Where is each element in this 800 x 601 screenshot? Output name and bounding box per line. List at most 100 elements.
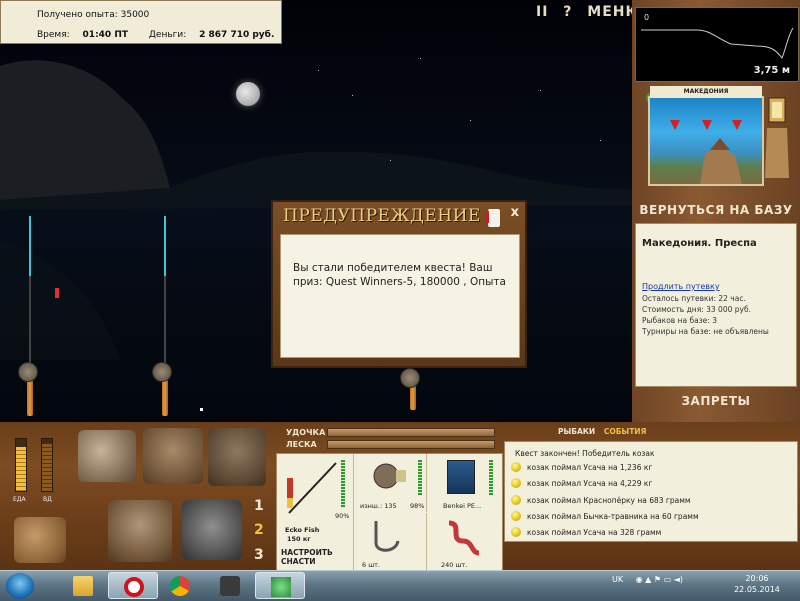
reel-condition-bar [418, 460, 422, 496]
line-cell[interactable]: Benkei PE... [427, 454, 501, 512]
star [200, 408, 203, 411]
bait-cell[interactable]: 240 шт. [427, 513, 501, 571]
ticket-remaining: Осталось путевки: 22 час. [642, 294, 746, 303]
opera-icon [124, 577, 144, 597]
star [540, 90, 541, 91]
day-cost: Стоимость дня: 33 000 руб. [642, 305, 751, 314]
return-to-base-button[interactable]: ВЕРНУТЬСЯ НА БАЗУ [632, 203, 800, 217]
system-tray: UK ◉ ▲ ⚑ ▭ ◄) [612, 575, 683, 584]
experience-row: Получено опыта: 35000 [37, 10, 149, 20]
map-caption: МАКЕДОНИЯ [650, 86, 762, 98]
event-line: козак поймал Усача на 1,236 кг [527, 463, 653, 472]
fishing-float[interactable] [55, 288, 59, 298]
map-markers [670, 120, 742, 184]
star [352, 95, 353, 96]
fishing-rod-2[interactable] [162, 216, 168, 416]
chrome-icon [170, 576, 190, 596]
tackle-bag-icon[interactable] [108, 500, 172, 562]
tanks-taskbar-button[interactable] [205, 572, 255, 599]
help-button[interactable]: ? [563, 4, 572, 20]
fisherman-icon [485, 209, 500, 227]
tune-tackle-button[interactable]: НАСТРОИТЬ СНАСТИ [281, 548, 333, 566]
money-label: Деньги: [148, 30, 187, 40]
backpack-icon[interactable] [78, 430, 136, 482]
line-name: Benkei PE... [443, 502, 482, 510]
smiley-icon [511, 511, 521, 521]
rod-name: Ecko Fish [285, 526, 320, 534]
experience-label: Получено опыта: [37, 10, 118, 20]
tank-icon [220, 576, 240, 596]
rod-condition: 90% [335, 512, 350, 520]
base-info-panel: Македония. Преспа Продлить путевку Остал… [635, 223, 797, 387]
smiley-icon [511, 527, 521, 537]
bait-count: 240 шт. [441, 561, 468, 569]
line-condition-bar [489, 460, 493, 496]
language-indicator[interactable]: UK [612, 575, 623, 584]
reel-icon [18, 362, 38, 382]
bucket-icon[interactable] [182, 500, 242, 560]
chrome-taskbar-button[interactable] [155, 572, 205, 599]
smiley-icon [511, 495, 521, 505]
tent-icon[interactable] [208, 428, 266, 486]
star [600, 140, 601, 141]
basket-icon[interactable] [143, 428, 203, 484]
fishers-on-base: Рыбаков на базе: 3 [642, 316, 717, 325]
tab-events[interactable]: СОБЫТИЯ [604, 427, 647, 436]
rod-cell[interactable]: 90% Ecko Fish 150 кг НАСТРОИТЬ СНАСТИ [277, 454, 354, 571]
reel-icon [152, 362, 172, 382]
time-value: 01:40 ПТ [82, 30, 128, 40]
restrictions-button[interactable]: ЗАПРЕТЫ [632, 394, 800, 408]
rod-bar [327, 428, 495, 437]
folder-icon [73, 576, 93, 596]
slot-2-button[interactable]: 2 [254, 522, 264, 538]
slot-1-button[interactable]: 1 [254, 498, 264, 514]
time-label: Время: [37, 30, 70, 40]
food-bar [15, 438, 27, 492]
dialog-body: Вы стали победителем квеста! Ваш приз: Q… [280, 234, 520, 358]
location-map[interactable]: МАКЕДОНИЯ [648, 86, 764, 186]
explorer-taskbar-button[interactable] [58, 572, 108, 599]
time-money-row: Время: 01:40 ПТ Деньги: 2 867 710 руб. [37, 30, 274, 40]
rod-capacity: 150 кг [287, 535, 311, 543]
drink-label: ВД [43, 496, 52, 503]
depth-sonar: 0 3,75 м [635, 7, 799, 82]
game-taskbar-button[interactable] [255, 572, 305, 599]
worm-icon [448, 520, 480, 556]
rod-condition-bar [341, 460, 345, 508]
line-bar [327, 440, 495, 449]
tackle-inventory: 90% Ecko Fish 150 кг НАСТРОИТЬ СНАСТИ из… [276, 453, 503, 572]
extend-ticket-link[interactable]: Продлить путевку [642, 282, 720, 291]
tournaments-info: Турниры на базе: не объявлены [642, 327, 769, 336]
event-line: козак поймал Бычка-травника на 60 грамм [527, 512, 699, 521]
bait-bag-icon[interactable] [14, 517, 66, 563]
opera-taskbar-button[interactable] [108, 572, 158, 599]
dialog-message: Вы стали победителем квеста! Ваш приз: Q… [293, 262, 506, 288]
money-value: 2 867 710 руб. [199, 30, 275, 40]
reel-icon [373, 463, 406, 489]
event-line: козак поймал Усача на 4,229 кг [527, 479, 653, 488]
experience-value: 35000 [120, 10, 150, 20]
clock[interactable]: 20:06 22.05.2014 [732, 573, 782, 595]
reel-wear: изнш.: 135 [360, 502, 397, 510]
clock-time: 20:06 [745, 574, 769, 583]
hook-cell[interactable]: 6 шт. [354, 513, 427, 571]
right-panel: 0 3,75 м МАКЕДОНИЯ ВЕРНУТЬСЯ НА БАЗУ Мак… [632, 0, 800, 422]
star [420, 58, 421, 59]
rod-icon [287, 462, 337, 514]
hook-count: 6 шт. [362, 561, 381, 569]
events-log: Квест закончен! Победитель козак козак п… [504, 441, 798, 542]
fishing-rod-1[interactable] [27, 216, 33, 416]
location-title: Македония. Преспа [642, 238, 757, 249]
food-label: ЕДА [13, 496, 26, 503]
start-button[interactable] [6, 573, 34, 599]
drink-bar [41, 438, 53, 492]
event-line: Квест закончен! Победитель козак [515, 449, 655, 458]
tray-icons[interactable]: ◉ ▲ ⚑ ▭ ◄) [636, 575, 683, 584]
reel-condition: 98% [410, 502, 425, 510]
tab-fishers[interactable]: РЫБАКИ [558, 427, 595, 436]
slot-3-button[interactable]: 3 [254, 547, 264, 563]
close-button[interactable]: x [511, 205, 519, 220]
lantern-icon [765, 97, 789, 178]
drink-bar-fill [42, 444, 52, 491]
pause-button[interactable]: II [536, 4, 548, 20]
